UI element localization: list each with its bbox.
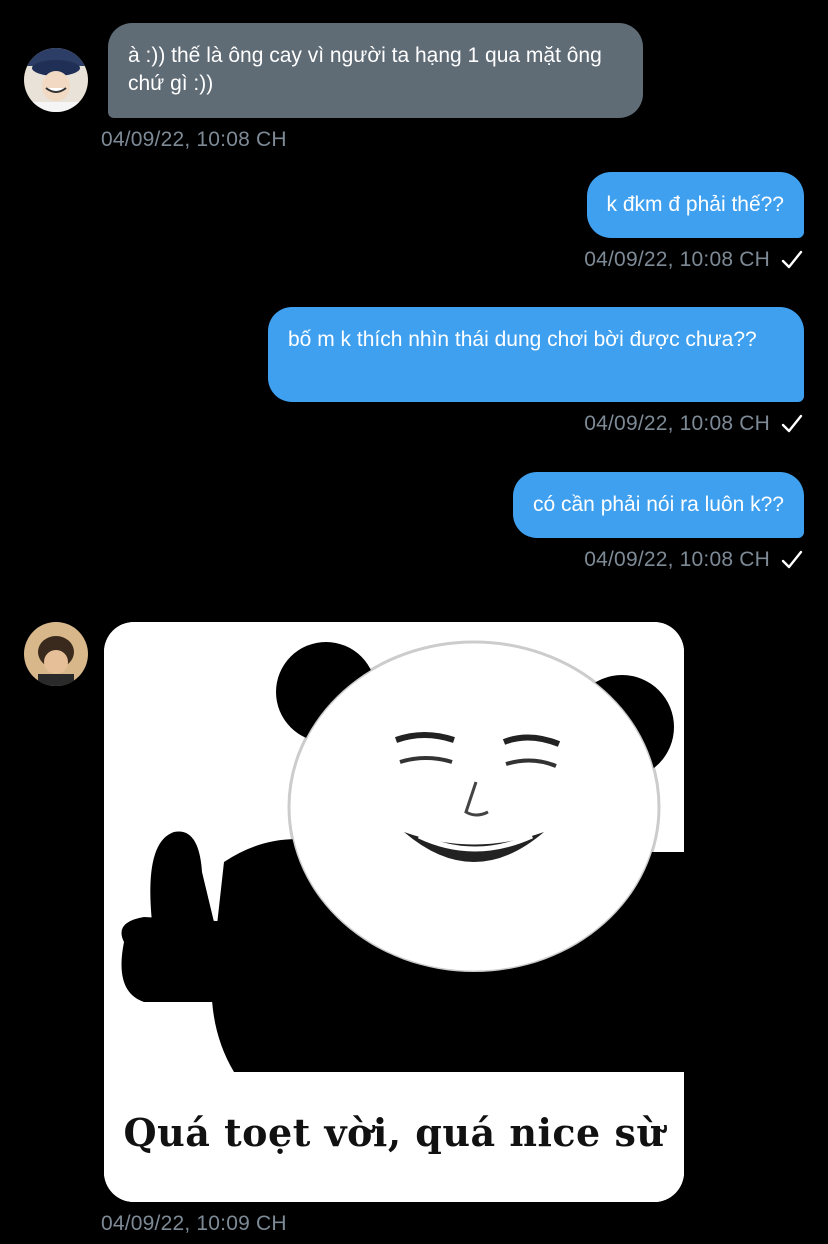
message-bubble-incoming[interactable]: à :)) thế là ông cay vì người ta hạng 1 …	[108, 23, 643, 118]
message-text: bố m k thích nhìn thái dung chơi bời đượ…	[288, 328, 757, 351]
message-text: à :)) thế là ông cay vì người ta hạng 1 …	[128, 44, 602, 95]
checkmark-icon	[781, 550, 803, 569]
message-bubble-outgoing[interactable]: bố m k thích nhìn thái dung chơi bời đượ…	[268, 307, 804, 402]
message-status-row: 04/09/22, 10:08 CH	[584, 248, 804, 272]
meme-image[interactable]: Quá toẹt vời, quá nice sừ	[104, 622, 684, 1202]
message-timestamp: 04/09/22, 10:09 CH	[101, 1212, 287, 1235]
avatar-image	[24, 622, 88, 686]
message-bubble-outgoing[interactable]: có cần phải nói ra luôn k??	[512, 472, 804, 538]
checkmark-icon	[781, 250, 803, 269]
message-timestamp: 04/09/22, 10:08 CH	[584, 548, 770, 571]
message-timestamp: 04/09/22, 10:08 CH	[584, 248, 770, 271]
message-status-row: 04/09/22, 10:08 CH	[584, 412, 804, 436]
message-text: k đkm đ phải thế??	[606, 193, 784, 216]
avatar[interactable]	[24, 622, 88, 686]
message-bubble-outgoing[interactable]: k đkm đ phải thế??	[586, 172, 804, 238]
checkmark-icon	[781, 414, 803, 433]
message-text: có cần phải nói ra luôn k??	[532, 493, 784, 516]
meme-caption: Quá toẹt vời, quá nice sừ	[123, 1110, 665, 1155]
avatar[interactable]	[24, 48, 88, 112]
message-status-row: 04/09/22, 10:08 CH	[584, 548, 804, 572]
avatar-image	[24, 48, 88, 112]
message-timestamp: 04/09/22, 10:08 CH	[101, 128, 287, 151]
message-timestamp: 04/09/22, 10:08 CH	[584, 412, 770, 435]
